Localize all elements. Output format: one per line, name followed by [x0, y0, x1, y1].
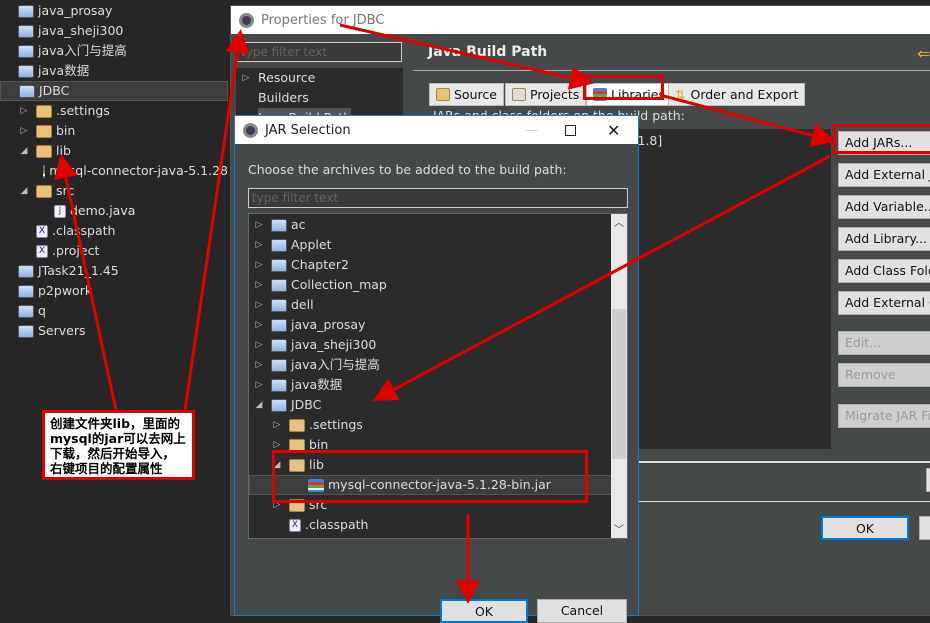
- arrow-to-jdbc: [372, 154, 831, 401]
- arrow-to-lib: [54, 154, 118, 411]
- arrow-to-properties: [183, 29, 250, 411]
- arrow-to-libraries-tab: [339, 23, 594, 90]
- arrow-to-add-jars: [659, 93, 836, 147]
- annotation-arrows: [54, 23, 836, 604]
